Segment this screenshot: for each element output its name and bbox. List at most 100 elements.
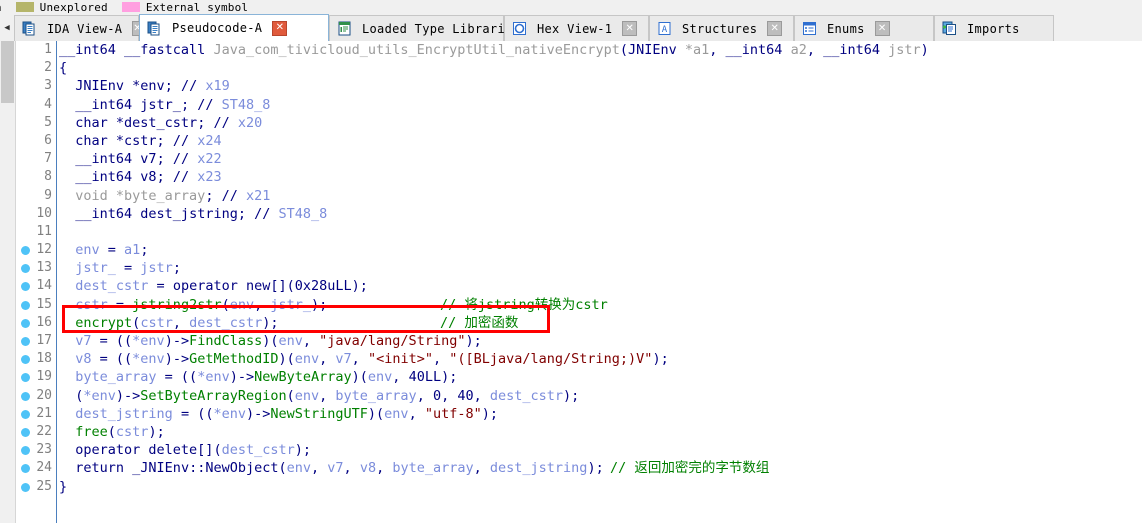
imports-icon [942, 21, 957, 36]
code-line[interactable]: 8 __int64 v8; // x23 [44, 168, 1142, 186]
tab-scroll-left-button[interactable]: ◀ [0, 14, 14, 41]
tab-imports[interactable]: Imports [934, 15, 1054, 41]
breakpoint-marker-icon[interactable] [21, 427, 30, 437]
code-token: // [197, 96, 222, 113]
code-line[interactable]: 16 encrypt(cstr, dest_cstr);// 加密函数 [21, 314, 1142, 332]
navigator-legend: ta Unexplored External symbol [0, 0, 1142, 14]
code-line[interactable]: 13 jstr_ = jstr; [21, 259, 1142, 277]
code-token: *a1 [684, 42, 710, 58]
tab-hex-view-1[interactable]: Hex View-1 ✕ [504, 15, 649, 41]
breakpoint-marker-icon[interactable] [21, 246, 30, 256]
code-token: ; [172, 260, 181, 277]
code-line[interactable]: 5 char *dest_cstr; // x20 [44, 114, 1142, 132]
code-line[interactable]: 10 __int64 dest_jstring; // ST48_8 [36, 205, 1142, 223]
code-line[interactable]: 6 char *cstr; // x24 [44, 132, 1142, 150]
view-tab-bar: ◀ IDA View-A ✕ Pseudocode-A ✕ Loaded Typ… [0, 14, 1142, 42]
code-token: ; [164, 78, 181, 95]
unexplored-color-swatch [15, 2, 34, 12]
code-line[interactable]: 20 (*env)->SetByteArrayRegion(env, byte_… [21, 387, 1142, 405]
code-token: ); [587, 460, 604, 477]
code-token: , [441, 387, 458, 404]
code-token: ; [237, 205, 255, 222]
code-token: env [286, 460, 312, 477]
code-line[interactable]: 21 dest_jstring = ((*env)->NewStringUTF)… [21, 405, 1142, 423]
code-token: env [75, 242, 100, 259]
code-line[interactable]: 2{ [44, 59, 1142, 77]
code-line[interactable]: 25} [21, 478, 1142, 496]
breakpoint-marker-icon[interactable] [21, 337, 30, 346]
line-number: 2 [44, 60, 52, 76]
code-token: ); [262, 314, 279, 331]
tab-loaded-type-libraries[interactable]: Loaded Type Libraries ✕ [329, 15, 541, 41]
breakpoint-marker-icon[interactable] [21, 300, 30, 310]
ida-pseudocode-window: ta Unexplored External symbol ◀ IDA View… [0, 0, 1142, 523]
code-line[interactable]: 14 dest_cstr = operator new[](0x28uLL); [21, 277, 1142, 295]
code-token: dest_jstring [75, 405, 173, 422]
tab-structures[interactable]: A Structures ✕ [649, 15, 794, 41]
code-token: , [392, 369, 409, 386]
breakpoint-marker-icon[interactable] [21, 409, 30, 419]
tab-ida-view-a[interactable]: IDA View-A ✕ [14, 15, 143, 41]
code-text: encrypt(cstr, dest_cstr); [59, 314, 279, 332]
code-token: free [75, 423, 108, 440]
code-line[interactable]: 4 __int64 jstr_; // ST48_8 [44, 96, 1142, 114]
legend-truncated-label: ta [0, 1, 2, 14]
code-line[interactable]: 3 JNIEnv *env; // x19 [44, 77, 1142, 95]
breakpoint-marker-icon[interactable] [21, 318, 30, 328]
tab-close-enums[interactable]: ✕ [874, 21, 890, 36]
code-text: char *cstr; // x24 [59, 132, 221, 150]
code-line[interactable]: 18 v8 = ((*env)->GetMethodID)(env, v7, "… [21, 350, 1142, 368]
pseudocode-editor[interactable]: 1 __int64 __fastcall Java_com_tivicloud_u… [0, 41, 1142, 523]
code-token: "<init>" [367, 351, 433, 368]
tab-pseudocode-a[interactable]: Pseudocode-A ✕ [139, 14, 329, 41]
code-line[interactable]: 1 __int64 __fastcall Java_com_tivicloud_u… [44, 41, 1142, 59]
code-line[interactable]: 22 free(cstr); [21, 423, 1142, 441]
code-text: jstr_ = jstr; [59, 259, 181, 277]
tab-close-hex-view-1[interactable]: ✕ [622, 21, 638, 36]
code-token: , [343, 460, 360, 477]
external-symbol-color-swatch [121, 2, 140, 12]
code-line[interactable]: 24 return _JNIEnv::NewObject(env, v7, v8… [21, 459, 1142, 477]
code-token: __int64 [59, 42, 125, 58]
code-text: dest_jstring = ((*env)->NewStringUTF)(en… [59, 405, 498, 423]
code-token: NewStringUTF [270, 405, 368, 422]
code-line[interactable]: 17 v7 = ((*env)->FindClass)(env, "java/l… [21, 332, 1142, 350]
tab-enums[interactable]: Enums ✕ [794, 15, 934, 41]
code-line[interactable]: 23 operator delete[](dest_cstr); [21, 441, 1142, 459]
code-token: x20 [237, 114, 263, 131]
code-token: , [311, 460, 328, 477]
chevron-left-icon: ◀ [4, 22, 10, 33]
code-line[interactable]: 11 [36, 223, 1142, 241]
code-line[interactable]: 15 cstr = jstring2str(env, jstr_);// 将js… [21, 296, 1142, 314]
code-token: , [319, 387, 336, 404]
code-line[interactable]: 19 byte_array = ((*env)->NewByteArray)(e… [21, 368, 1142, 386]
tab-close-structures[interactable]: ✕ [767, 21, 783, 36]
code-token: env [294, 387, 320, 404]
breakpoint-marker-icon[interactable] [21, 482, 30, 492]
code-text: (*env)->SetByteArrayRegion(env, byte_arr… [59, 387, 579, 405]
code-token: ( [286, 387, 295, 404]
hex-view-icon [512, 21, 527, 36]
code-text: char *dest_cstr; // x20 [59, 114, 262, 132]
code-token: ; [197, 114, 214, 131]
code-line[interactable]: 12 env = a1; [21, 241, 1142, 259]
document-view-icon [22, 21, 37, 36]
code-text: __int64 __fastcall Java_com_tivicloud_ut… [59, 41, 929, 59]
code-token: Java_com_tivicloud_utils_EncryptUtil_nat… [213, 42, 620, 58]
tab-close-pseudocode-a[interactable]: ✕ [272, 20, 288, 36]
breakpoint-marker-icon[interactable] [21, 391, 30, 401]
tab-label-hex-view-1: Hex View-1 [537, 21, 613, 36]
code-line[interactable]: 9 void *byte_array; // x21 [44, 187, 1142, 205]
code-token: GetMethodID [189, 351, 279, 368]
tab-label-pseudocode-a: Pseudocode-A [172, 21, 263, 35]
code-token: )( [278, 351, 295, 368]
code-text: __int64 jstr_; // ST48_8 [59, 96, 270, 114]
legend-item-external-symbol: External symbol [121, 1, 248, 14]
code-lines-container[interactable]: 1 __int64 __fastcall Java_com_tivicloud_u… [21, 41, 1142, 523]
code-token: = [99, 242, 125, 259]
code-line[interactable]: 7 __int64 v7; // x22 [44, 150, 1142, 168]
